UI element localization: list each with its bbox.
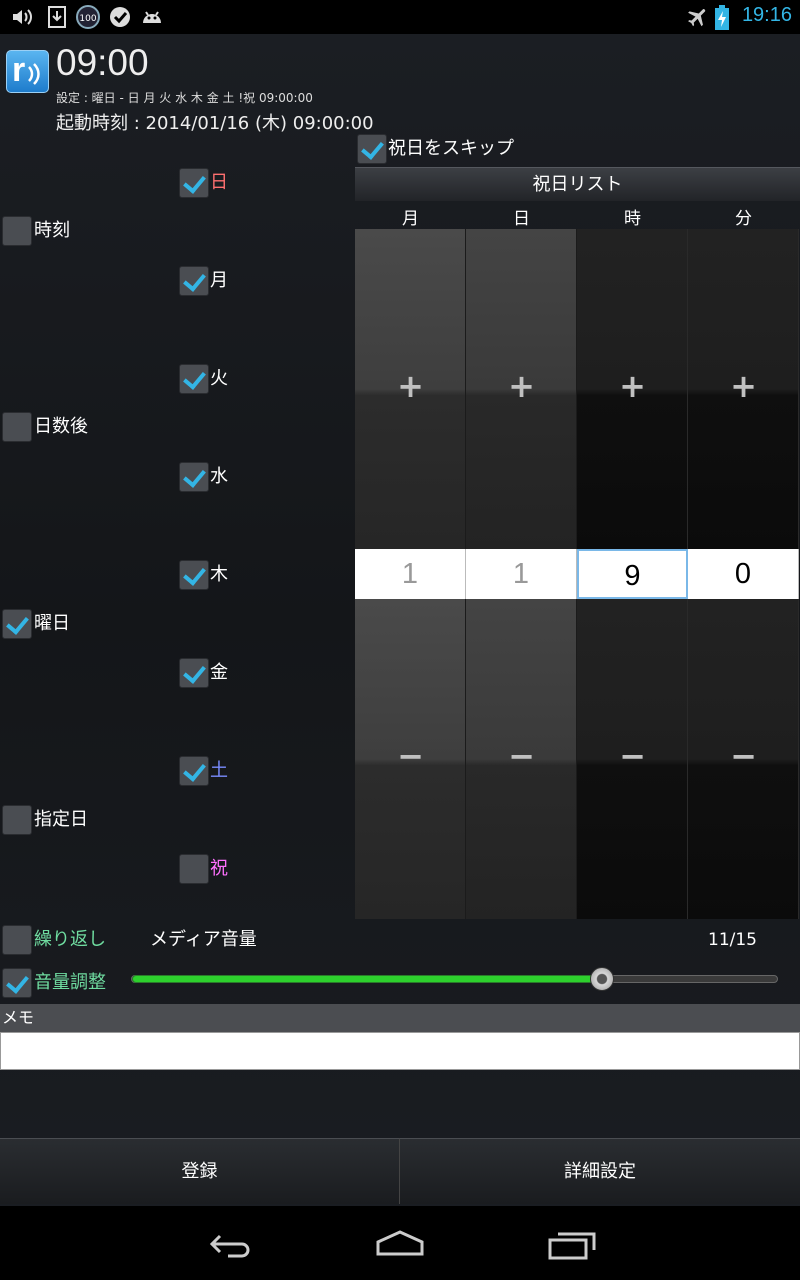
minute-increment-button[interactable]: + xyxy=(688,229,799,549)
weekday-mon-checkbox[interactable] xyxy=(179,266,209,296)
media-volume-value: 11/15 xyxy=(708,930,757,950)
volume-adjust-checkbox[interactable] xyxy=(2,968,32,998)
setting-summary: 設定 : 曜日 - 日 月 火 水 木 金 土 !祝 09:00:00 xyxy=(56,91,313,105)
mode-time-label: 時刻 xyxy=(34,220,70,241)
memo-input[interactable] xyxy=(0,1032,800,1070)
repeat-checkbox[interactable] xyxy=(2,925,32,955)
media-volume-slider[interactable] xyxy=(131,967,778,991)
day-increment-button[interactable]: + xyxy=(466,229,577,549)
android-icon xyxy=(140,5,164,29)
day-decrement-button[interactable]: − xyxy=(466,599,577,919)
month-picker: + 1 − xyxy=(355,229,466,919)
minus-icon: − xyxy=(508,737,535,775)
airplane-mode-icon xyxy=(686,5,710,29)
plus-icon: + xyxy=(730,367,757,405)
weekday-sat-label: 土 xyxy=(210,760,228,781)
alarm-editor: r 09:00 設定 : 曜日 - 日 月 火 水 木 金 土 !祝 09:00… xyxy=(0,34,800,1206)
picker-header-minute: 分 xyxy=(735,209,752,229)
status-bar: 100 19:16 xyxy=(0,0,800,34)
month-increment-button[interactable]: + xyxy=(355,229,466,549)
hour-picker: + 9 − xyxy=(577,229,688,919)
month-decrement-button[interactable]: − xyxy=(355,599,466,919)
picker-header-month: 月 xyxy=(402,209,419,229)
start-time-text: 起動時刻 : 2014/01/16 (木) 09:00:00 xyxy=(56,113,374,134)
weekday-wed-checkbox[interactable] xyxy=(179,462,209,492)
weekday-tue-checkbox[interactable] xyxy=(179,364,209,394)
weekday-sun-checkbox[interactable] xyxy=(179,168,209,198)
volume-icon xyxy=(10,5,34,29)
minute-decrement-button[interactable]: − xyxy=(688,599,799,919)
check-badge-icon xyxy=(108,5,132,29)
hour-increment-button[interactable]: + xyxy=(577,229,688,549)
download-icon xyxy=(45,5,69,29)
recent-apps-icon[interactable] xyxy=(542,1224,602,1264)
plus-icon: + xyxy=(508,367,535,405)
weekday-thu-checkbox[interactable] xyxy=(179,560,209,590)
mode-weekday-label: 曜日 xyxy=(34,613,70,634)
home-icon[interactable] xyxy=(370,1224,430,1264)
repeat-label: 繰り返し xyxy=(34,929,106,950)
svg-text:100: 100 xyxy=(79,14,96,24)
mode-specified-date-label: 指定日 xyxy=(34,809,88,830)
clock: 19:16 xyxy=(741,4,792,26)
back-icon[interactable] xyxy=(200,1224,260,1264)
minus-icon: − xyxy=(397,737,424,775)
battery-charging-icon xyxy=(712,5,732,30)
day-value-field[interactable]: 1 xyxy=(466,549,577,599)
weekday-holiday-checkbox[interactable] xyxy=(179,854,209,884)
mode-time-checkbox[interactable] xyxy=(2,216,32,246)
weekday-tue-label: 火 xyxy=(210,368,228,389)
weekday-holiday-label: 祝 xyxy=(210,858,228,879)
app-logo: r xyxy=(6,50,49,93)
alarm-time-title: 09:00 xyxy=(56,42,149,83)
weekday-wed-label: 水 xyxy=(210,466,228,487)
slider-thumb[interactable] xyxy=(590,967,614,991)
system-nav-bar xyxy=(0,1206,800,1280)
plus-icon: + xyxy=(619,367,646,405)
day-picker: + 1 − xyxy=(466,229,577,919)
mode-days-after-checkbox[interactable] xyxy=(2,412,32,442)
weekday-thu-label: 木 xyxy=(210,564,228,585)
weekday-fri-label: 金 xyxy=(210,662,228,683)
month-value-field[interactable]: 1 xyxy=(355,549,466,599)
hour-value-field[interactable]: 9 xyxy=(577,549,688,599)
weekday-sat-checkbox[interactable] xyxy=(179,756,209,786)
slider-fill xyxy=(132,975,602,983)
weekday-fri-checkbox[interactable] xyxy=(179,658,209,688)
mode-days-after-label: 日数後 xyxy=(34,416,88,437)
minus-icon: − xyxy=(730,737,757,775)
skip-holidays-label: 祝日をスキップ xyxy=(388,138,514,159)
picker-header-day: 日 xyxy=(513,209,530,229)
mode-weekday-checkbox[interactable] xyxy=(2,609,32,639)
mode-specified-date-checkbox[interactable] xyxy=(2,805,32,835)
register-button[interactable]: 登録 xyxy=(0,1138,400,1204)
media-volume-label: メディア音量 xyxy=(150,929,257,950)
detail-settings-button[interactable]: 詳細設定 xyxy=(400,1138,800,1204)
picker-header-hour: 時 xyxy=(624,209,641,229)
plus-icon: + xyxy=(397,367,424,405)
minute-picker: + 0 − xyxy=(688,229,799,919)
volume-adjust-label: 音量調整 xyxy=(34,972,106,993)
minus-icon: − xyxy=(619,737,646,775)
memo-header: メモ xyxy=(0,1004,800,1032)
hour-decrement-button[interactable]: − xyxy=(577,599,688,919)
weekday-mon-label: 月 xyxy=(210,270,228,291)
weekday-sun-label: 日 xyxy=(210,172,228,193)
skip-holidays-checkbox[interactable] xyxy=(357,134,387,164)
minute-value-field[interactable]: 0 xyxy=(688,549,799,599)
holiday-list-button[interactable]: 祝日リスト xyxy=(355,167,800,201)
battery-100-badge-icon: 100 xyxy=(75,5,101,29)
